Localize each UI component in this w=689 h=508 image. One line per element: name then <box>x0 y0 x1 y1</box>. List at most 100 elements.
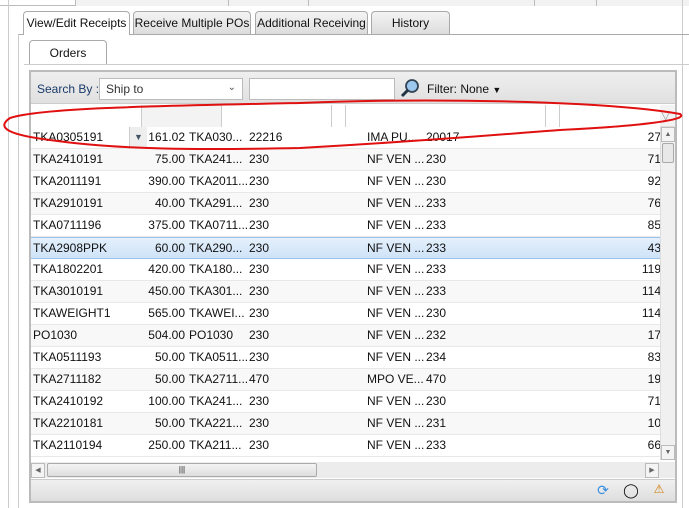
table-row[interactable]: TKA0511193 50.00 TKA0511... 230 NF VEN ... 23… <box>31 347 660 369</box>
column-filter[interactable] <box>560 105 660 127</box>
column-filter[interactable] <box>222 105 332 127</box>
cell-vendor-name: NF VEN ... <box>367 394 425 408</box>
cell-amount: 50.00 <box>154 350 185 364</box>
export-icon[interactable]: ⚠ <box>650 482 668 500</box>
cell-vendor-code: 233 <box>426 262 447 276</box>
cell-vendor-code: 234 <box>426 350 447 364</box>
column-filter[interactable] <box>546 105 560 127</box>
cell-ship-to: 230 <box>249 262 270 276</box>
cell-po-number: TKA2908PPK <box>33 241 108 255</box>
column-filter[interactable] <box>31 105 142 127</box>
cell-vendor-code: 233 <box>426 284 447 298</box>
cell-amount: 75.00 <box>154 152 185 166</box>
cell-po-number: TKA1802201 <box>33 262 104 276</box>
table-row[interactable]: TKA2110194 250.00 TKA211... 230 NF VEN ... 23… <box>31 435 660 457</box>
cell-vendor-name: MPO VE... <box>367 372 424 386</box>
cell-reference: TKA291... <box>189 196 243 210</box>
cell-po-number: TKA0511193 <box>33 350 102 364</box>
tab-orders[interactable]: Orders <box>29 40 107 65</box>
cell-vendor-name: NF VEN ... <box>367 241 425 255</box>
cell-reference: TKA290... <box>189 241 243 255</box>
cell-ship-to: 230 <box>249 328 270 342</box>
cell-reference: TKA241... <box>189 394 243 408</box>
tab-history[interactable]: History <box>371 11 450 34</box>
scroll-down-button[interactable]: ▼ <box>661 445 675 460</box>
search-input[interactable] <box>249 78 395 100</box>
refresh-icon[interactable]: ⟳ <box>594 482 612 500</box>
search-icon[interactable] <box>399 77 421 99</box>
horizontal-scroll-thumb[interactable]: ||| <box>47 463 317 477</box>
vertical-scrollbar[interactable]: ▲ ▼ <box>660 127 675 460</box>
cell-ship-to: 230 <box>249 438 270 452</box>
cell-ship-to: 230 <box>249 394 270 408</box>
table-row[interactable]: TKA2711182 50.00 TKA2711... 470 MPO VE... 470… <box>31 369 660 391</box>
cell-vendor-name: NF VEN ... <box>367 416 425 430</box>
cell-po-number: TKA0305191 <box>33 130 104 144</box>
cell-amount: 40.00 <box>154 196 185 210</box>
cell-ship-to: 230 <box>249 152 270 166</box>
column-filter-row: ▽ <box>31 105 675 127</box>
cell-total: 92 <box>647 174 660 188</box>
cell-po-number: TKA2011191 <box>33 174 102 188</box>
scroll-left-button[interactable]: ◀ <box>31 463 45 478</box>
cell-vendor-code: 230 <box>426 306 447 320</box>
binoculars-icon[interactable]: ◯ <box>622 482 640 500</box>
horizontal-scrollbar[interactable]: ◀ ||| ▶ <box>31 462 675 478</box>
table-row[interactable]: TKA2908PPK 60.00 TKA290... 230 NF VEN ... 233… <box>31 237 660 259</box>
cell-total: 66 <box>647 438 660 452</box>
cell-total: 17 <box>647 328 660 342</box>
cell-reference: TKA301... <box>189 284 243 298</box>
column-filter[interactable] <box>346 105 546 127</box>
table-row[interactable]: TKA3010191 450.00 TKA301... 230 NF VEN ... 23… <box>31 281 660 303</box>
table-row[interactable]: TKA2910191 40.00 TKA291... 230 NF VEN ... 233… <box>31 193 660 215</box>
column-filter[interactable] <box>142 105 222 127</box>
scroll-up-button[interactable]: ▲ <box>661 127 675 142</box>
cell-vendor-name: NF VEN ... <box>367 350 425 364</box>
scroll-right-button[interactable]: ▶ <box>645 463 659 478</box>
cell-amount: 420.00 <box>148 262 185 276</box>
grid-rows: TKA0305191 161.02 TKA030... 22216 IMA PU... 2… <box>31 127 660 460</box>
cell-vendor-name: IMA PU... <box>367 130 418 144</box>
table-row[interactable]: TKA2011191 390.00 TKA2011... 230 NF VEN ... 2… <box>31 171 660 193</box>
tab-additional-receiving[interactable]: Additional Receiving <box>255 11 368 34</box>
cell-ship-to: 230 <box>249 284 270 298</box>
cell-reference: TKA221... <box>189 416 243 430</box>
cell-amount: 100.00 <box>148 394 185 408</box>
cell-po-number: TKA0711196 <box>33 218 102 232</box>
row-dropdown-icon[interactable]: ▼ <box>129 127 147 149</box>
cell-reference: TKA0511... <box>189 350 249 364</box>
cell-amount: 50.00 <box>154 372 185 386</box>
table-row[interactable]: PO1030 504.00 PO1030 230 NF VEN ... 232 17 <box>31 325 660 347</box>
tab-receive-multiple-pos[interactable]: Receive Multiple POs <box>133 11 251 34</box>
cell-reference: TKAWEI... <box>189 306 245 320</box>
cell-vendor-code: 233 <box>426 218 447 232</box>
table-row[interactable]: TKAWEIGHT1 565.00 TKAWEI... 230 NF VEN ... 23… <box>31 303 660 325</box>
table-row[interactable]: TKA2410191 75.00 TKA241... 230 NF VEN ... 230… <box>31 149 660 171</box>
vertical-scroll-thumb[interactable] <box>662 143 674 163</box>
cell-ship-to: 230 <box>249 174 270 188</box>
cell-ship-to: 230 <box>249 306 270 320</box>
orders-grid: Search By : Ship to ⌄ Filter: None ▼ ▽ TK… <box>29 70 677 503</box>
table-row[interactable]: TKA0305191 161.02 TKA030... 22216 IMA PU... 2… <box>31 127 660 149</box>
tab-view-edit-receipts[interactable]: View/Edit Receipts <box>23 11 130 35</box>
grid-footer: ⟳ ◯ ⚠ <box>31 479 675 501</box>
search-by-select[interactable]: Ship to ⌄ <box>99 78 243 100</box>
cell-ship-to: 230 <box>249 350 270 364</box>
table-row[interactable]: TKA1802201 420.00 TKA180... 230 NF VEN ... 23… <box>31 259 660 281</box>
cell-total: 114 <box>641 284 660 298</box>
cell-total: 114 <box>641 306 660 320</box>
column-filter[interactable] <box>332 105 346 127</box>
cell-ship-to: 470 <box>249 372 270 386</box>
cell-total: 119 <box>641 262 660 276</box>
filter-funnel-icon[interactable]: ▽ <box>661 108 670 122</box>
table-row[interactable]: TKA2410192 100.00 TKA241... 230 NF VEN ... 23… <box>31 391 660 413</box>
table-row[interactable]: TKA0711196 375.00 TKA0711... 230 NF VEN ... 2… <box>31 215 660 237</box>
cell-total: 10 <box>647 416 660 430</box>
cell-amount: 450.00 <box>148 284 185 298</box>
cell-po-number: TKA2410192 <box>33 394 104 408</box>
filter-dropdown[interactable]: Filter: None ▼ <box>427 82 501 96</box>
cell-vendor-name: NF VEN ... <box>367 152 425 166</box>
table-row[interactable]: TKA2210181 50.00 TKA221... 230 NF VEN ... 231… <box>31 413 660 435</box>
cell-amount: 504.00 <box>148 328 185 342</box>
cell-amount: 565.00 <box>148 306 185 320</box>
